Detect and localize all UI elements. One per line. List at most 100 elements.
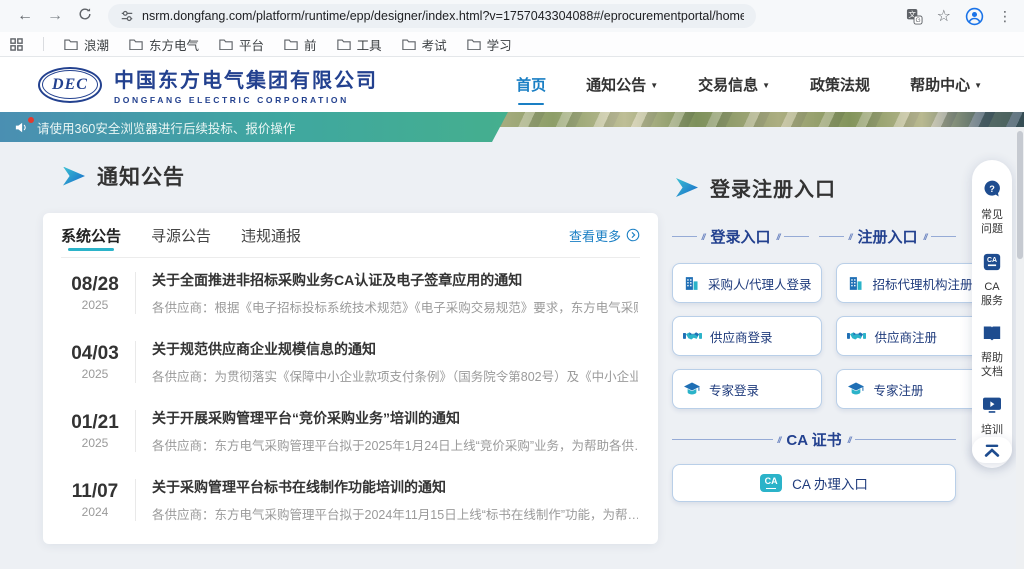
document-icon [982,324,1002,347]
rail-item-help-docs[interactable]: 帮助文档 [972,317,1012,389]
scrollbar-thumb[interactable] [1017,131,1023,259]
profile-avatar-icon[interactable] [965,7,984,26]
kebab-menu-icon[interactable]: ⋮ [998,8,1012,25]
expert-register-button[interactable]: 专家注册 [836,369,983,409]
nav-item-policies[interactable]: 政策法规 [808,68,872,101]
url-text[interactable]: nsrm.dongfang.com/platform/runtime/epp/d… [142,9,744,23]
tab-system-notices[interactable]: 系统公告 [61,213,121,257]
hero-banner-strip: 请使用360安全浏览器进行后续投标、报价操作 [0,112,1024,127]
apps-grid-icon[interactable] [10,38,23,51]
bookmark-star-icon[interactable]: ☆ [937,6,951,26]
forward-icon[interactable]: → [40,7,70,25]
notice-title[interactable]: 关于规范供应商企业规模信息的通知 [152,339,638,359]
nav-item-notices[interactable]: 通知公告▼ [584,68,660,101]
browser-toolbar: ← → nsrm.dongfang.com/platform/runtime/e… [0,0,1024,32]
notice-date: 04/03 [63,343,127,365]
bookmark-folder[interactable]: 浪潮 [64,35,109,54]
ca-icon: CA [982,253,1002,276]
page-content: 通知公告 系统公告 寻源公告 违规通报 查看更多 08/28 2025 [0,127,1024,569]
bookmark-folder[interactable]: 工具 [337,35,382,54]
site-header: DEC 中国东方电气集团有限公司 DONGFANG ELECTRIC CORPO… [0,57,1024,112]
notice-date-block: 01/21 2025 [63,412,127,450]
bidding-agency-register-button[interactable]: 招标代理机构注册 [836,263,983,303]
bookmark-folder[interactable]: 学习 [467,35,512,54]
tab-violation-reports[interactable]: 违规通报 [241,213,301,257]
notice-date: 08/28 [63,274,127,296]
entry-section-title: 登录注册入口 [676,173,956,202]
collapse-top-icon [983,444,1001,457]
url-bar[interactable]: nsrm.dongfang.com/platform/runtime/epp/d… [108,4,756,28]
translate-icon[interactable]: 文G [906,8,923,25]
graduation-cap-icon [847,381,865,397]
notice-date: 01/21 [63,412,127,434]
handshake-icon [847,329,866,344]
svg-text:CA: CA [987,257,997,264]
main-nav: 首页 通知公告▼ 交易信息▼ 政策法规 帮助中心▼ [514,68,984,101]
buyer-agent-login-button[interactable]: 采购人/代理人登录 [672,263,822,303]
divider [135,479,136,521]
nav-item-help-center[interactable]: 帮助中心▼ [908,68,984,101]
company-name-en: DONGFANG ELECTRIC CORPORATION [114,95,378,105]
collapse-to-top-button[interactable] [972,437,1012,463]
divider [43,37,44,51]
dec-logo[interactable]: DEC [38,67,102,103]
entry-column-headers: // 登录入口 // // 注册入口 // [672,226,956,247]
ca-apply-button[interactable]: CA CA 办理入口 [672,464,956,502]
nav-item-home[interactable]: 首页 [514,68,548,101]
bookmarks-bar: 浪潮 东方电气 平台 前 工具 考试 学习 [0,32,1024,57]
building-icon [847,275,864,292]
chevron-down-icon: ▼ [762,81,770,90]
chevron-down-icon: ▼ [974,81,982,90]
notice-year: 2025 [63,436,127,450]
svg-text:G: G [915,17,920,24]
notice-title[interactable]: 关于采购管理平台标书在线制作功能培训的通知 [152,477,638,497]
handshake-icon [683,329,702,344]
notice-desc: 各供应商：为贯彻落实《保障中小企业款项支付条例》（国务院令第802号）及《中小企… [152,366,638,385]
speaker-icon [14,120,29,135]
nav-item-trade-info[interactable]: 交易信息▼ [696,68,772,101]
notice-item[interactable]: 11/07 2024 关于采购管理平台标书在线制作功能培训的通知 各供应商：东方… [61,465,640,534]
announcement-text: 请使用360安全浏览器进行后续投标、报价操作 [37,118,295,137]
rail-item-faq[interactable]: ? 常见问题 [972,172,1012,246]
divider [135,272,136,314]
notice-item[interactable]: 08/28 2025 关于全面推进非招标采购业务CA认证及电子签章应用的通知 各… [61,258,640,327]
bookmark-folder[interactable]: 平台 [219,35,264,54]
rail-item-ca-service[interactable]: CA CA服务 [972,246,1012,318]
notice-date-block: 11/07 2024 [63,481,127,519]
bookmark-folder[interactable]: 东方电气 [129,35,199,54]
notice-desc: 各供应商：东方电气采购管理平台拟于2024年11月15日上线“标书在线制作”功能… [152,504,638,523]
question-icon: ? [982,179,1002,204]
back-icon[interactable]: ← [10,7,40,25]
divider [135,410,136,452]
announcement-ribbon: 请使用360安全浏览器进行后续投标、报价操作 [0,112,508,142]
notice-year: 2024 [63,505,127,519]
company-name-cn: 中国东方电气集团有限公司 [114,64,378,93]
notice-item[interactable]: 01/21 2025 关于开展采购管理平台“竞价采购业务”培训的通知 各供应商：… [61,396,640,465]
ca-section-header: // CA 证书 // [672,429,956,450]
reload-icon[interactable] [70,7,100,26]
bookmark-folder[interactable]: 考试 [402,35,447,54]
section-arrow-icon [676,178,698,197]
see-more-link[interactable]: 查看更多 [569,226,640,245]
notice-title[interactable]: 关于全面推进非招标采购业务CA认证及电子签章应用的通知 [152,270,638,290]
page-scrollbar[interactable] [1016,127,1024,569]
notice-item[interactable]: 04/03 2025 关于规范供应商企业规模信息的通知 各供应商：为贯彻落实《保… [61,327,640,396]
chevron-down-icon: ▼ [650,81,658,90]
notification-dot [28,117,34,123]
bookmark-folder[interactable]: 前 [284,35,317,54]
company-title: 中国东方电气集团有限公司 DONGFANG ELECTRIC CORPORATI… [114,64,378,105]
notice-title[interactable]: 关于开展采购管理平台“竞价采购业务”培训的通知 [152,408,638,428]
divider [135,341,136,383]
notice-tabs: 系统公告 寻源公告 违规通报 查看更多 [61,213,640,258]
supplier-register-button[interactable]: 供应商注册 [836,316,983,356]
site-settings-icon[interactable] [120,9,134,23]
section-arrow-icon [63,167,85,186]
login-header: 登录入口 [709,226,773,247]
supplier-login-button[interactable]: 供应商登录 [672,316,822,356]
notice-desc: 各供应商：根据《电子招标投标系统技术规范》《电子采购交易规范》要求，东方电气采购… [152,297,638,316]
svg-text:?: ? [989,184,995,194]
building-icon [683,275,700,292]
tab-sourcing-notices[interactable]: 寻源公告 [151,213,211,257]
entry-button-grid: 采购人/代理人登录 招标代理机构注册 供应商登录 [672,263,956,409]
expert-login-button[interactable]: 专家登录 [672,369,822,409]
